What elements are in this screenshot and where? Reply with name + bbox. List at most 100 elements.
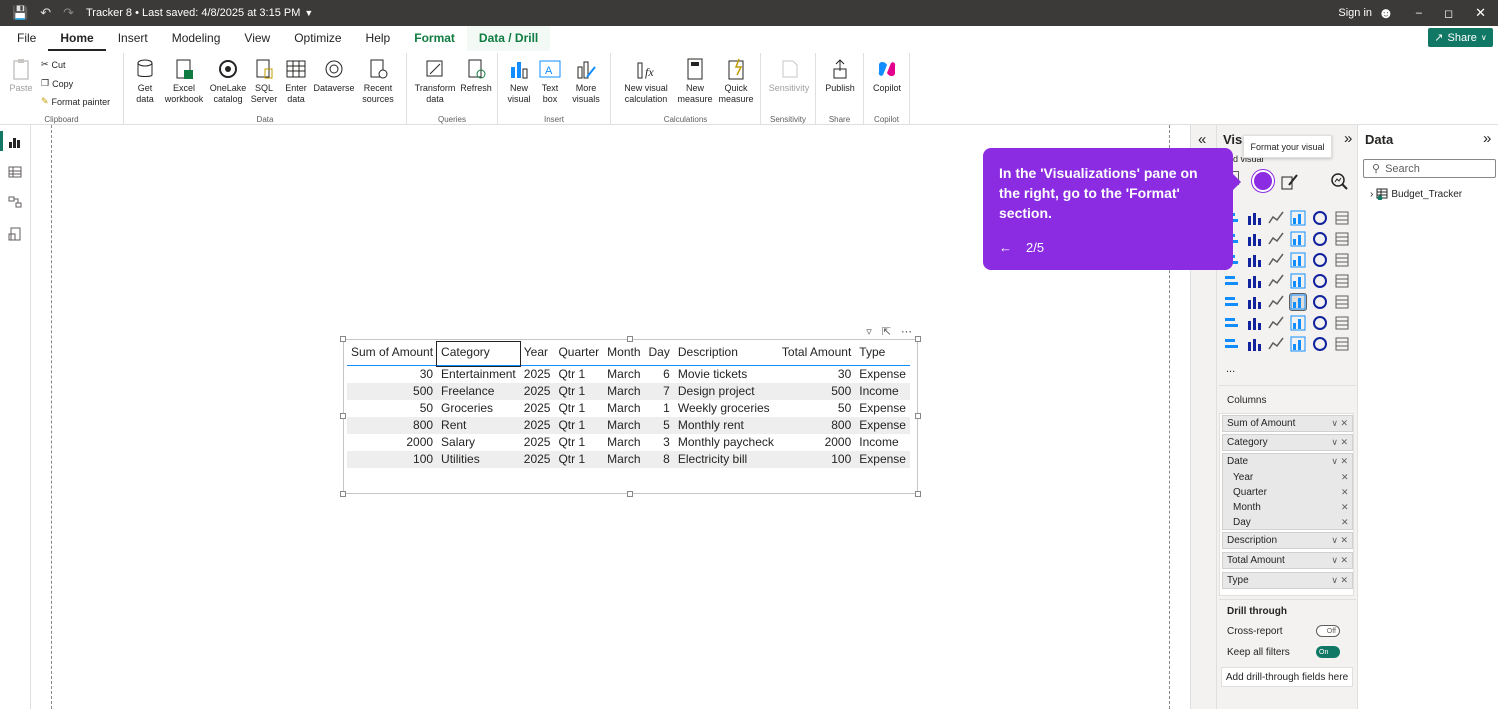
- date-subfield[interactable]: Quarter: [1233, 487, 1267, 498]
- table-row[interactable]: 500 Freelance 2025 Qtr 1 March 7 Design projec…: [347, 382, 910, 400]
- 100-bar-icon[interactable]: [1312, 210, 1328, 226]
- close-button[interactable]: ✕: [1475, 5, 1486, 21]
- tab-home[interactable]: Home: [48, 26, 106, 51]
- pie-icon[interactable]: [1312, 252, 1328, 268]
- date-subfield[interactable]: Year: [1233, 472, 1253, 483]
- field-actions[interactable]: ∨ ✕: [1331, 575, 1348, 586]
- chevron-icon[interactable]: [1334, 336, 1350, 352]
- remove-icon[interactable]: ✕: [1341, 502, 1349, 513]
- excel-button[interactable]: Excel workbook: [162, 57, 206, 105]
- column-header[interactable]: Quarter: [554, 342, 604, 366]
- column-header[interactable]: Sum of Amount: [347, 342, 438, 366]
- model-view-icon[interactable]: [8, 195, 22, 209]
- clustered-column-icon[interactable]: [1290, 210, 1306, 226]
- resize-handle[interactable]: [915, 491, 921, 497]
- stacked-area-icon[interactable]: [1268, 231, 1284, 247]
- filter-icon[interactable]: ▿: [866, 325, 872, 338]
- field-category[interactable]: Category ∨ ✕: [1222, 434, 1353, 451]
- dax-query-view-icon[interactable]: [8, 227, 22, 241]
- stacked-column-icon[interactable]: [1246, 210, 1262, 226]
- undo-icon[interactable]: ↶: [40, 5, 51, 21]
- table-row[interactable]: 30 Entertainment 2025 Qtr 1 March 6 Movie tick…: [347, 366, 910, 383]
- resize-handle[interactable]: [340, 491, 346, 497]
- tab-help[interactable]: Help: [354, 26, 403, 51]
- table-row[interactable]: 50 Groceries 2025 Qtr 1 March 1 Weekly groceri…: [347, 400, 910, 417]
- cross-report-toggle[interactable]: Off: [1316, 625, 1340, 637]
- analytics-icon[interactable]: [1329, 171, 1349, 191]
- date-subfield[interactable]: Day: [1233, 517, 1251, 528]
- column-header[interactable]: Month: [603, 342, 645, 366]
- 100-column-icon[interactable]: [1334, 210, 1350, 226]
- 100-area-icon[interactable]: [1290, 231, 1306, 247]
- chevron-down-icon[interactable]: ▼: [304, 8, 313, 18]
- resize-handle[interactable]: [340, 336, 346, 342]
- waterfall-icon[interactable]: [1246, 252, 1262, 268]
- more-visuals-ellipsis[interactable]: ...: [1226, 363, 1235, 375]
- goals-icon[interactable]: [1334, 315, 1350, 331]
- format-painter-button[interactable]: ✎ Format painter: [41, 96, 110, 107]
- get-data-button[interactable]: Get data: [130, 57, 160, 105]
- line-column-icon[interactable]: [1312, 231, 1328, 247]
- more-visuals-button[interactable]: More visuals: [566, 57, 606, 105]
- table-view-icon[interactable]: [8, 165, 22, 179]
- tab-optimize[interactable]: Optimize: [282, 26, 353, 51]
- text-box-button[interactable]: A Text box: [536, 57, 564, 105]
- share-button[interactable]: ↗ Share ∨: [1428, 28, 1493, 47]
- remove-icon[interactable]: ✕: [1341, 487, 1349, 498]
- collapse-pane-icon[interactable]: »: [1483, 130, 1491, 147]
- donut-icon[interactable]: [1334, 252, 1350, 268]
- field-description[interactable]: Description ∨ ✕: [1222, 532, 1353, 549]
- table-row[interactable]: 100 Utilities 2025 Qtr 1 March 8 Electricity b…: [347, 450, 910, 468]
- publish-button[interactable]: Publish: [822, 57, 858, 94]
- new-visual-button[interactable]: New visual: [504, 57, 534, 105]
- resize-handle[interactable]: [915, 413, 921, 419]
- key-influencers-icon[interactable]: [1246, 315, 1262, 331]
- report-view-icon[interactable]: [8, 135, 22, 149]
- multi-row-card-icon[interactable]: [1224, 294, 1240, 310]
- scatter-icon[interactable]: [1290, 252, 1306, 268]
- onelake-button[interactable]: OneLake catalog: [208, 57, 248, 105]
- dataverse-button[interactable]: Dataverse: [312, 57, 356, 94]
- column-header[interactable]: Description: [673, 342, 778, 366]
- column-header[interactable]: Year: [519, 342, 555, 366]
- refresh-button[interactable]: Refresh: [459, 57, 493, 94]
- table-row[interactable]: 2000 Salary 2025 Qtr 1 March 3 Monthly paychec…: [347, 434, 910, 451]
- tab-view[interactable]: View: [232, 26, 282, 51]
- collapse-pane-icon[interactable]: »: [1344, 130, 1352, 147]
- focus-mode-icon[interactable]: ⇱: [882, 325, 891, 338]
- quick-measure-button[interactable]: Quick measure: [715, 57, 757, 105]
- remove-icon[interactable]: ✕: [1341, 517, 1349, 528]
- line-clustered-icon[interactable]: [1334, 231, 1350, 247]
- chevron-right-icon[interactable]: ›: [1370, 189, 1373, 200]
- search-input[interactable]: ⚲ Search: [1363, 159, 1496, 178]
- file-title[interactable]: Tracker 8 • Last saved: 4/8/2025 at 3:15…: [86, 7, 300, 19]
- area-icon[interactable]: [1246, 231, 1262, 247]
- field-actions[interactable]: ∨ ✕: [1331, 535, 1348, 546]
- narrative-icon[interactable]: [1312, 315, 1328, 331]
- new-visual-calc-button[interactable]: fx New visual calculation: [619, 57, 673, 105]
- slicer-icon[interactable]: [1268, 294, 1284, 310]
- column-header[interactable]: Day: [644, 342, 674, 366]
- r-visual-icon[interactable]: [1334, 294, 1350, 310]
- field-actions[interactable]: ∨ ✕: [1331, 456, 1348, 467]
- tab-file[interactable]: File: [0, 26, 48, 51]
- redo-icon[interactable]: ↷: [63, 5, 74, 21]
- funnel-icon[interactable]: [1268, 252, 1284, 268]
- expand-filters-icon[interactable]: «: [1198, 131, 1206, 148]
- date-subfield[interactable]: Month: [1233, 502, 1261, 513]
- paginated-report-icon[interactable]: [1224, 336, 1240, 352]
- table-visual[interactable]: ▿ ⇱ ⋯ Sum of Amount Category Year Quarte…: [340, 326, 921, 497]
- minimize-button[interactable]: –: [1416, 7, 1422, 19]
- tab-modeling[interactable]: Modeling: [160, 26, 233, 51]
- resize-handle[interactable]: [340, 413, 346, 419]
- tab-data-drill[interactable]: Data / Drill: [466, 26, 551, 51]
- save-icon[interactable]: 💾: [12, 5, 28, 21]
- table-row[interactable]: 800 Rent 2025 Qtr 1 March 5 Monthly rent 800 Exp…: [347, 416, 910, 434]
- decomposition-tree-icon[interactable]: [1268, 315, 1284, 331]
- filled-map-icon[interactable]: [1268, 273, 1284, 289]
- copy-button[interactable]: ❐ Copy: [41, 78, 73, 89]
- paste-button[interactable]: Paste: [6, 57, 36, 94]
- power-automate-icon[interactable]: [1268, 336, 1284, 352]
- resize-handle[interactable]: [627, 491, 633, 497]
- python-icon[interactable]: [1224, 315, 1240, 331]
